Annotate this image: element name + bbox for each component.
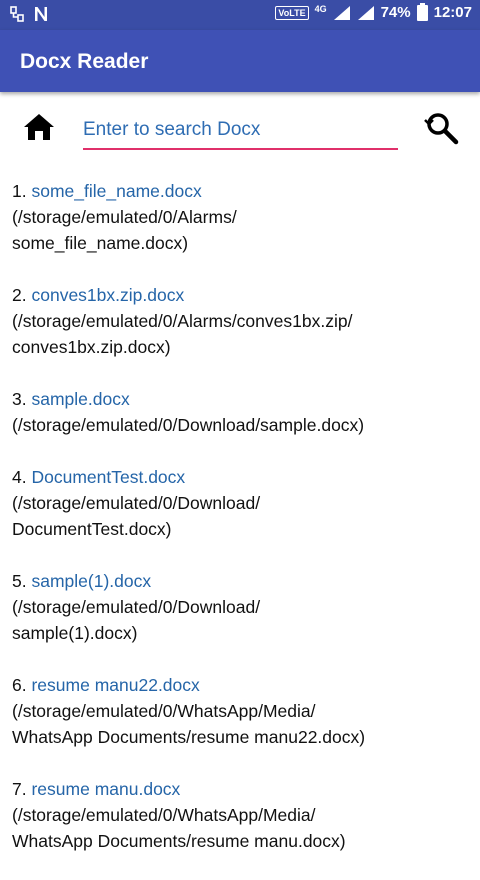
file-name-link[interactable]: resume manu.docx — [31, 779, 180, 799]
notification-icons — [10, 6, 48, 22]
file-index: 1. — [12, 181, 27, 201]
system-status: VoLTE 4G 74% 12:07 — [275, 2, 472, 21]
file-index: 2. — [12, 285, 27, 305]
n-app-icon — [35, 7, 47, 21]
app-title: Docx Reader — [20, 50, 149, 73]
clock: 12:07 — [433, 4, 472, 21]
file-path: some_file_name.docx) — [12, 233, 189, 253]
file-path: DocumentTest.docx) — [12, 519, 172, 539]
home-icon — [24, 114, 54, 140]
network-type: 4G — [314, 3, 327, 14]
file-path: (/storage/emulated/0/Download/ — [12, 493, 261, 513]
file-path: (/storage/emulated/0/Alarms/ — [12, 207, 237, 227]
file-list: 1. some_file_name.docx (/storage/emulate… — [12, 178, 472, 880]
file-path: WhatsApp Documents/resume manu.docx) — [12, 831, 346, 851]
status-bar: VoLTE 4G 74% 12:07 — [0, 0, 480, 30]
file-path: conves1bx.zip.docx) — [12, 337, 171, 357]
file-name-link[interactable]: conves1bx.zip.docx — [31, 285, 184, 305]
file-path: (/storage/emulated/0/WhatsApp/Media/ — [12, 805, 316, 825]
usb-debug-icon — [10, 6, 24, 22]
file-name-link[interactable]: sample(1).docx — [31, 571, 151, 591]
home-button[interactable] — [22, 112, 56, 142]
file-index: 5. — [12, 571, 27, 591]
list-item[interactable]: 6. resume manu22.docx (/storage/emulated… — [12, 672, 472, 750]
signal-icon — [333, 5, 350, 20]
file-name-link[interactable]: resume manu22.docx — [31, 675, 199, 695]
battery-icon — [416, 2, 428, 21]
file-path: sample(1).docx) — [12, 623, 138, 643]
file-name-link[interactable]: some_file_name.docx — [31, 181, 201, 201]
list-item[interactable]: 2. conves1bx.zip.docx (/storage/emulated… — [12, 282, 472, 360]
volte-badge: VoLTE — [275, 5, 309, 20]
list-item[interactable]: 5. sample(1).docx (/storage/emulated/0/D… — [12, 568, 472, 646]
list-item[interactable]: 1. some_file_name.docx (/storage/emulate… — [12, 178, 472, 256]
file-index: 7. — [12, 779, 27, 799]
list-item[interactable]: 7. resume manu.docx (/storage/emulated/0… — [12, 776, 472, 854]
file-path: (/storage/emulated/0/WhatsApp/Media/ — [12, 701, 316, 721]
file-path: WhatsApp Documents/resume manu22.docx) — [12, 727, 366, 747]
search-button[interactable] — [422, 110, 460, 146]
file-index: 3. — [12, 389, 27, 409]
file-name-link[interactable]: DocumentTest.docx — [31, 467, 185, 487]
signal-secondary-icon — [357, 5, 374, 20]
list-item[interactable]: 4. DocumentTest.docx (/storage/emulated/… — [12, 464, 472, 542]
file-path: (/storage/emulated/0/Alarms/conves1bx.zi… — [12, 311, 353, 331]
file-index: 6. — [12, 675, 27, 695]
file-path: (/storage/emulated/0/Download/ — [12, 597, 261, 617]
app-bar: Docx Reader — [0, 30, 480, 92]
battery-percent: 74% — [380, 4, 411, 21]
file-index: 4. — [12, 467, 27, 487]
list-item[interactable]: 3. sample.docx (/storage/emulated/0/Down… — [12, 386, 472, 438]
file-name-link[interactable]: sample.docx — [31, 389, 129, 409]
file-path: (/storage/emulated/0/Download/sample.doc… — [12, 415, 365, 435]
search-icon — [424, 113, 459, 145]
search-input[interactable] — [83, 116, 398, 150]
